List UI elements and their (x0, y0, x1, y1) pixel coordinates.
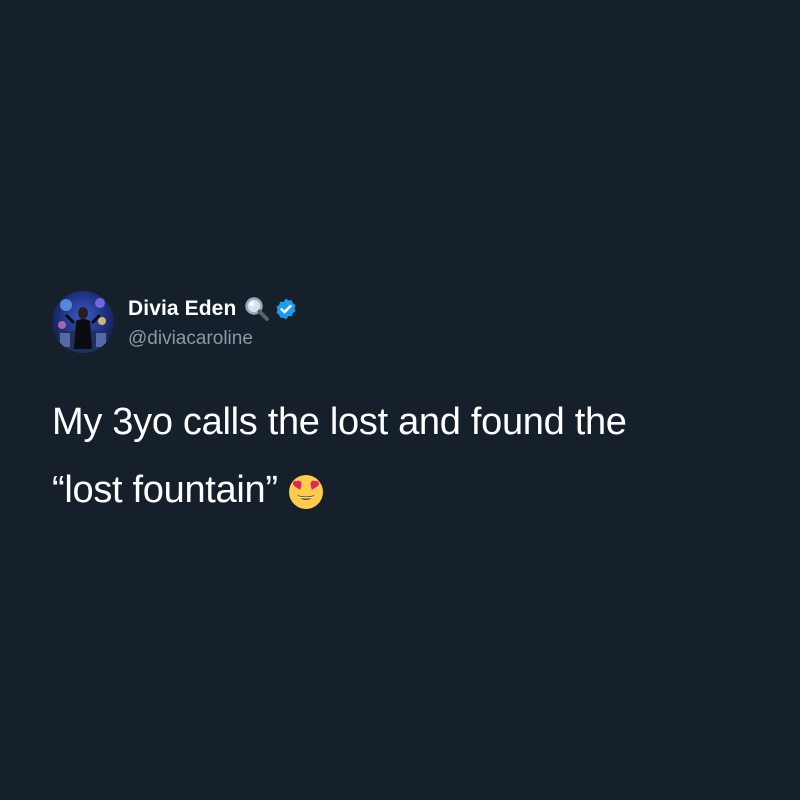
avatar[interactable] (52, 291, 114, 353)
avatar-image (52, 291, 114, 353)
tweet-text: My 3yo calls the lost and found the “los… (52, 388, 752, 524)
tweet-text-line-2: “lost fountain” (52, 456, 752, 524)
tweet-text-line-1: My 3yo calls the lost and found the (52, 388, 752, 456)
tweet-screenshot: Divia Eden @diviacaroline My 3yo calls t… (0, 0, 800, 800)
tweet-text-line-1-content: My 3yo calls the lost and found the (52, 401, 627, 443)
user-handle[interactable]: @diviacaroline (128, 328, 298, 350)
verified-badge-icon (274, 297, 298, 321)
magnifying-glass-icon (244, 296, 270, 322)
tweet-text-line-2-content: “lost fountain” (52, 469, 278, 511)
smiling-face-with-heart-eyes-icon (288, 474, 324, 510)
tweet-header: Divia Eden @diviacaroline (52, 290, 752, 354)
tweet-card: Divia Eden @diviacaroline My 3yo calls t… (52, 290, 752, 524)
author-identity: Divia Eden @diviacaroline (128, 294, 298, 350)
display-name[interactable]: Divia Eden (128, 297, 236, 321)
name-row: Divia Eden (128, 294, 298, 324)
